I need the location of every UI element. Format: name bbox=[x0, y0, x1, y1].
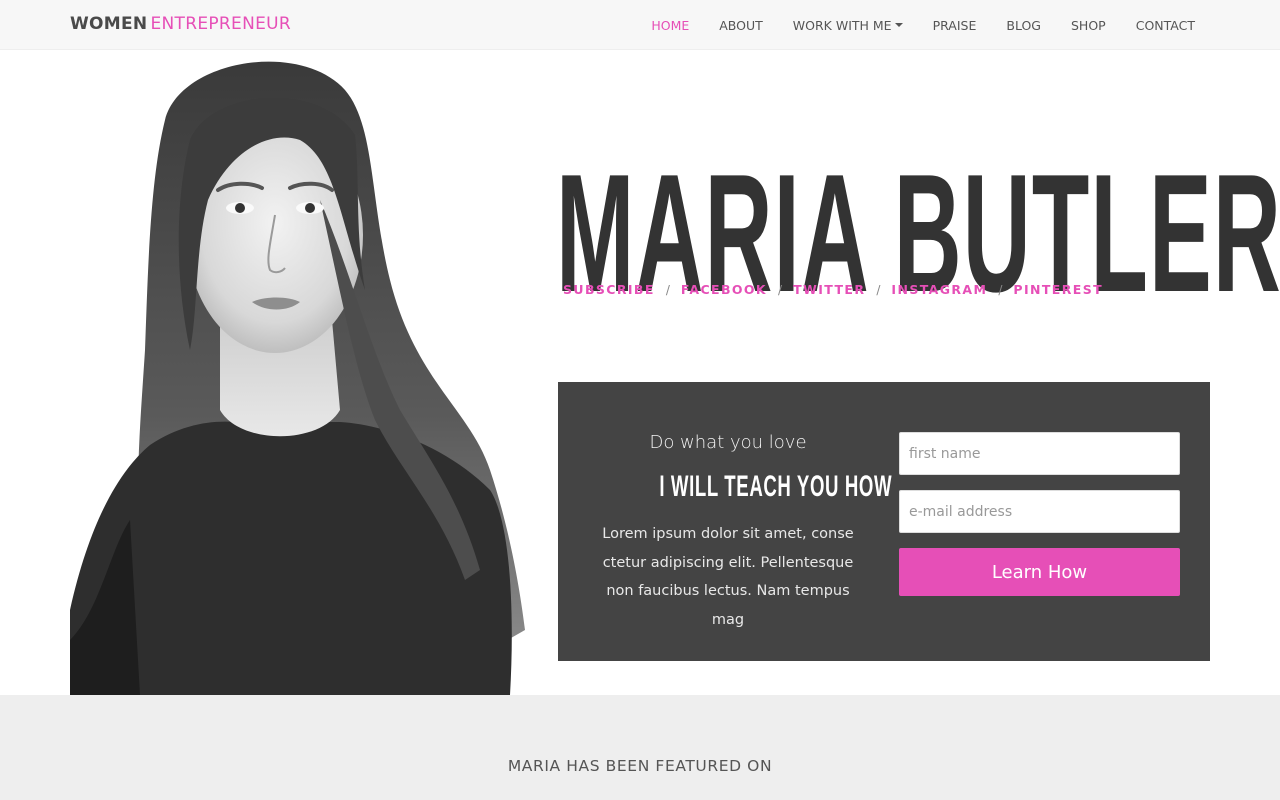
portrait-photo bbox=[70, 50, 530, 695]
social-links: SUBSCRIBE / FACEBOOK / TWITTER / INSTAGR… bbox=[563, 282, 1103, 297]
main-nav: HOME ABOUT WORK WITH ME PRAISE BLOG SHOP… bbox=[636, 0, 1210, 50]
brand-word-2: ENTREPRENEUR bbox=[150, 14, 291, 34]
nav-item-home[interactable]: HOME bbox=[636, 18, 704, 33]
first-name-input[interactable] bbox=[899, 432, 1180, 475]
nav-item-shop[interactable]: SHOP bbox=[1056, 18, 1121, 33]
nav-item-label: PRAISE bbox=[932, 17, 977, 33]
email-input[interactable] bbox=[899, 490, 1180, 533]
featured-title: MARIA HAS BEEN FEATURED ON bbox=[507, 757, 773, 775]
brand-word-1: WOMEN bbox=[70, 14, 148, 34]
nav-item-label: HOME bbox=[651, 17, 690, 33]
instagram-link[interactable]: INSTAGRAM bbox=[891, 282, 987, 297]
optin-body-text: Lorem ipsum dolor sit amet, conse ctetur… bbox=[602, 526, 854, 628]
optin-box: Do what you love I WILL TEACH YOU HOW Lo… bbox=[558, 382, 1210, 661]
hero-section: MARIA BUTLER SUBSCRIBE / FACEBOOK / TWIT… bbox=[0, 50, 1280, 695]
nav-item-blog[interactable]: BLOG bbox=[991, 18, 1056, 33]
nav-item-about[interactable]: ABOUT bbox=[704, 18, 778, 33]
facebook-link[interactable]: FACEBOOK bbox=[681, 282, 767, 297]
featured-section: MARIA HAS BEEN FEATURED ON bbox=[0, 695, 1280, 800]
optin-headline-wrap: I WILL TEACH YOU HOW bbox=[588, 470, 891, 510]
nav-item-work-with-me[interactable]: WORK WITH ME bbox=[778, 18, 918, 33]
link-separator: / bbox=[778, 282, 783, 297]
pinterest-link[interactable]: PINTEREST bbox=[1013, 282, 1103, 297]
nav-item-label: ABOUT bbox=[719, 17, 763, 33]
twitter-link[interactable]: TWITTER bbox=[793, 282, 865, 297]
nav-item-label: SHOP bbox=[1071, 17, 1106, 33]
nav-item-label: WORK WITH ME bbox=[792, 17, 892, 33]
optin-tagline: Do what you love bbox=[649, 432, 807, 453]
optin-headline: I WILL TEACH YOU HOW bbox=[659, 470, 893, 503]
learn-how-button[interactable]: Learn How bbox=[899, 548, 1180, 596]
brand-logo[interactable]: WOMEN ENTREPRENEUR bbox=[70, 14, 291, 34]
nav-item-label: BLOG bbox=[1006, 17, 1041, 33]
nav-item-contact[interactable]: CONTACT bbox=[1121, 18, 1210, 33]
caret-down-icon bbox=[894, 23, 903, 27]
link-separator: / bbox=[998, 282, 1003, 297]
nav-item-praise[interactable]: PRAISE bbox=[918, 18, 992, 33]
top-navbar: WOMEN ENTREPRENEUR HOME ABOUT WORK WITH M… bbox=[0, 0, 1280, 50]
link-separator: / bbox=[876, 282, 881, 297]
subscribe-link[interactable]: SUBSCRIBE bbox=[563, 282, 655, 297]
nav-item-label: CONTACT bbox=[1135, 17, 1195, 33]
link-separator: / bbox=[665, 282, 670, 297]
